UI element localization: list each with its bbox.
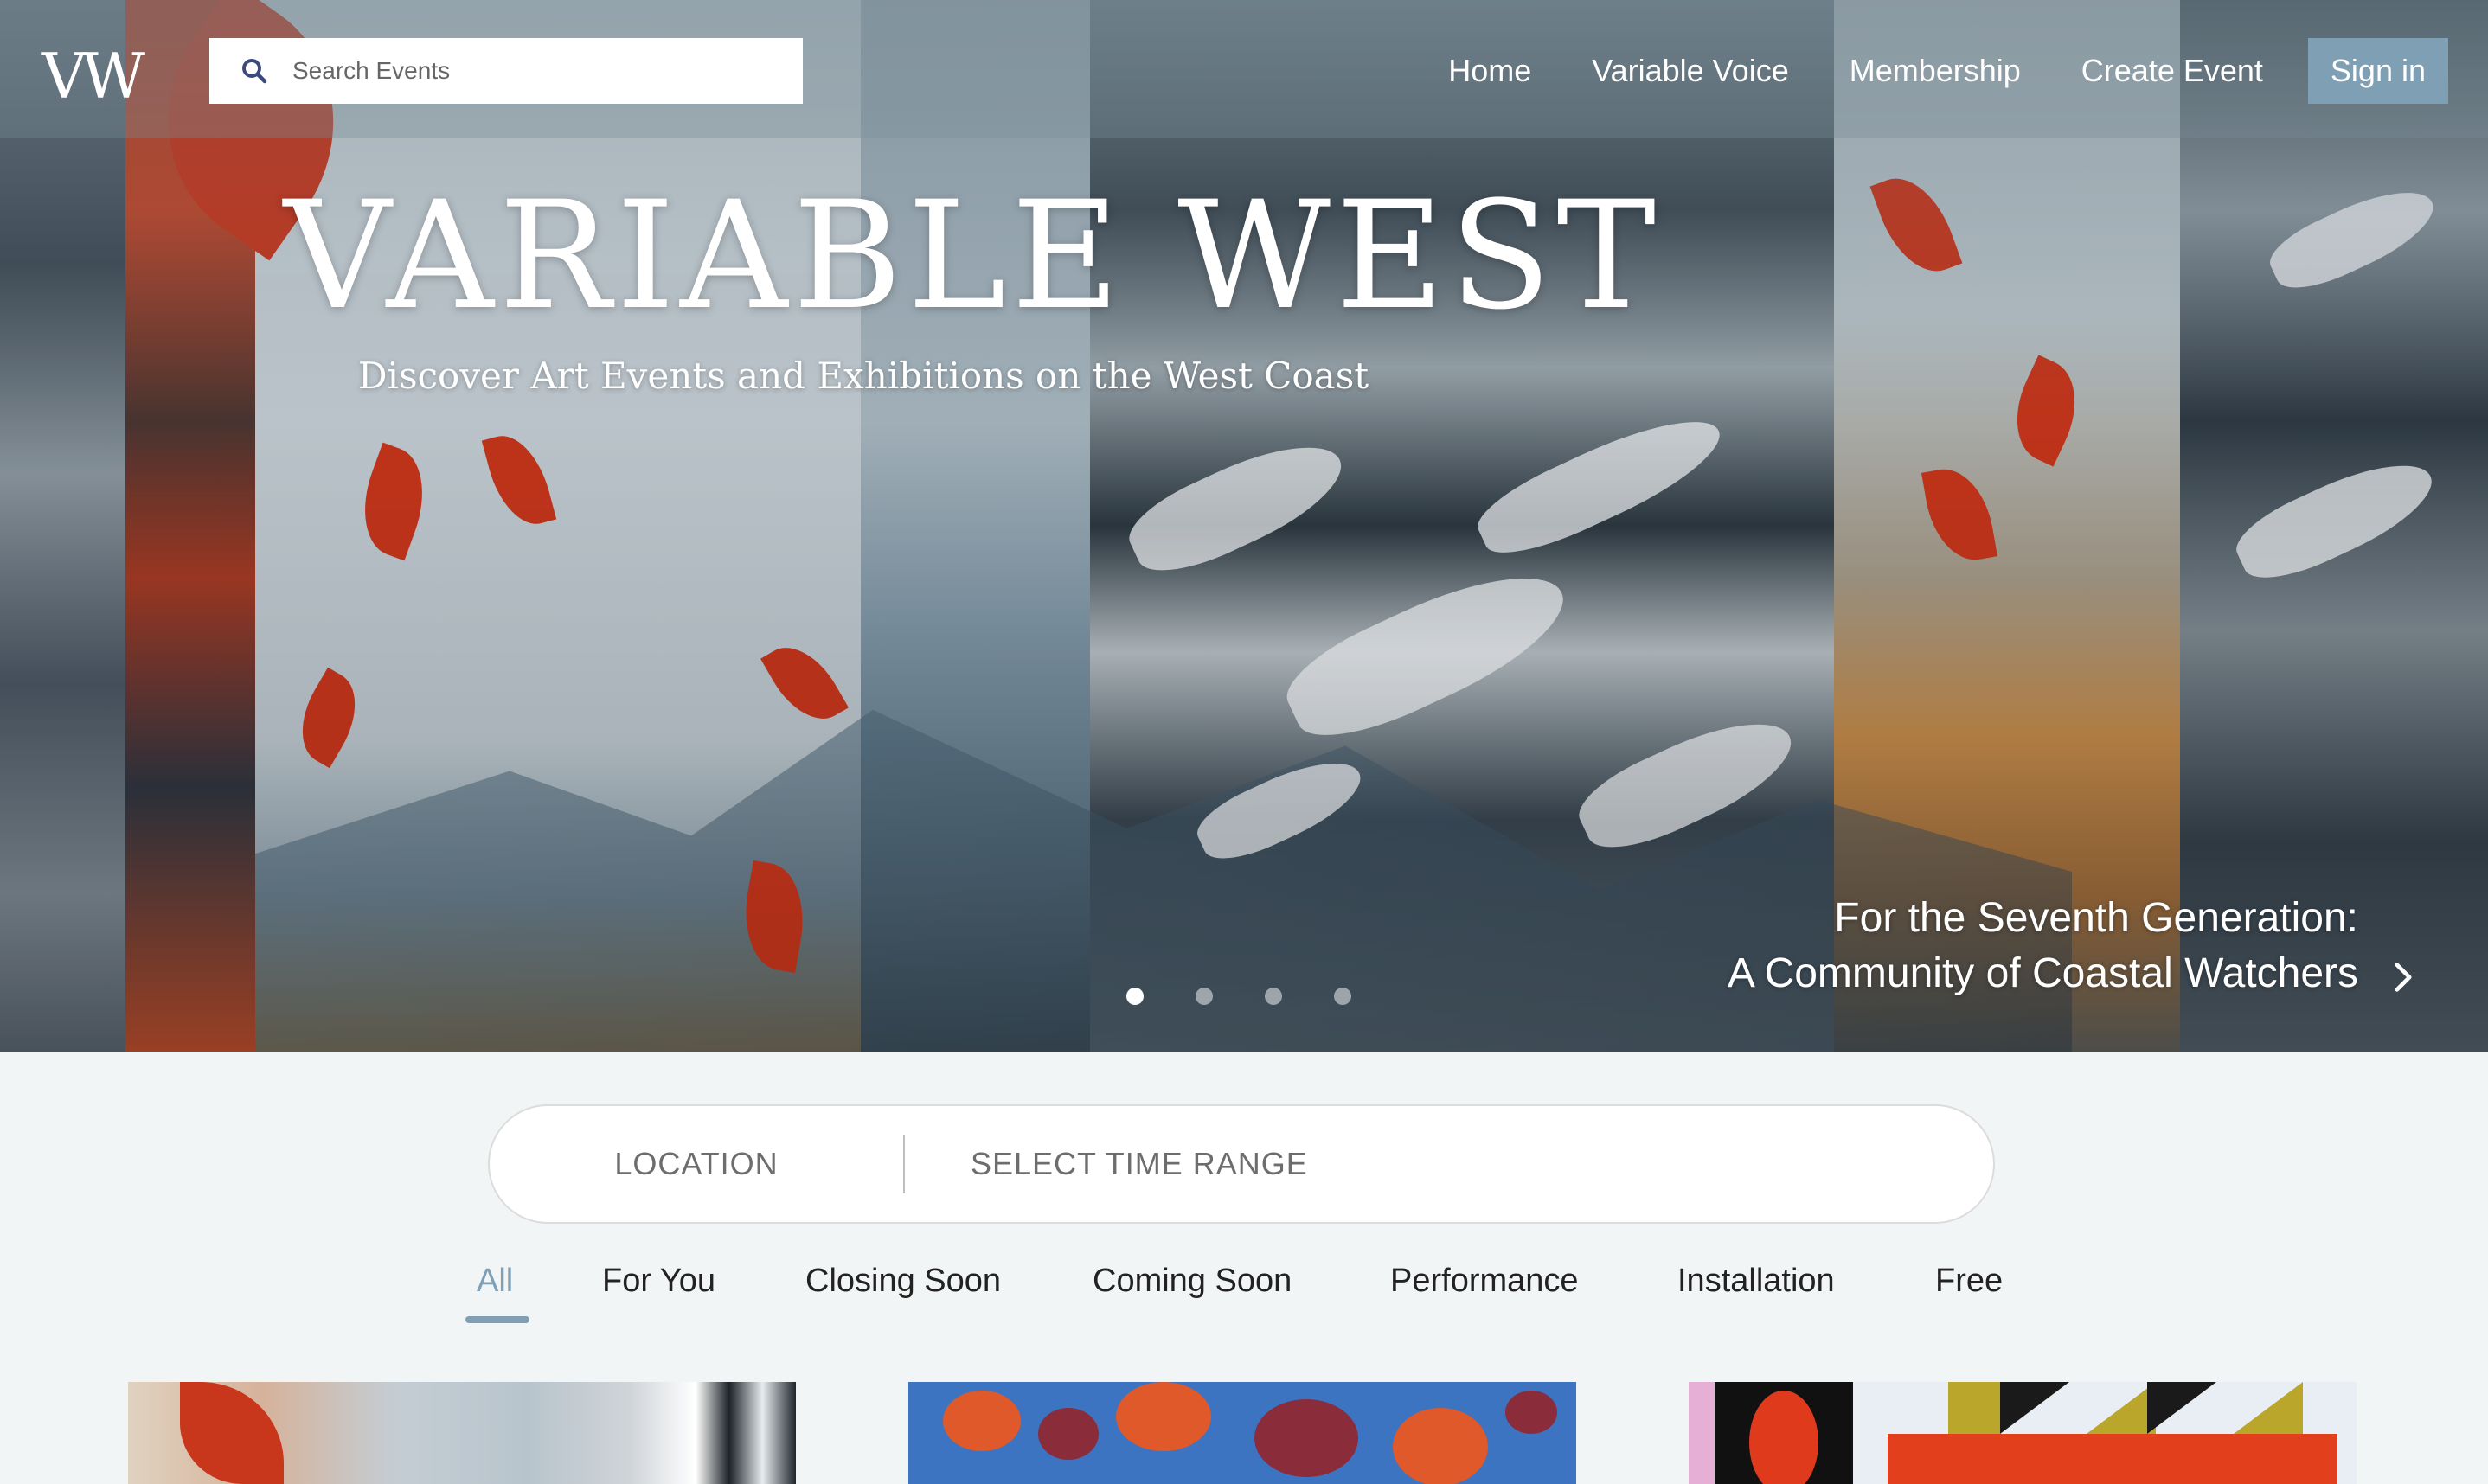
tab-coming-soon[interactable]: Coming Soon bbox=[1093, 1263, 1292, 1300]
logo[interactable]: VW bbox=[42, 40, 145, 112]
hero-title-wrap: VARIABLE WEST bbox=[0, 182, 2488, 330]
tab-closing-soon[interactable]: Closing Soon bbox=[805, 1263, 1001, 1300]
nav-variable-voice[interactable]: Variable Voice bbox=[1592, 53, 1788, 89]
carousel-dot[interactable] bbox=[1196, 988, 1213, 1005]
carousel-dots bbox=[1126, 988, 1403, 1005]
filter-bar: LOCATION SELECT TIME RANGE bbox=[488, 1104, 1995, 1224]
active-tab-indicator bbox=[465, 1316, 529, 1323]
nav-membership[interactable]: Membership bbox=[1850, 53, 2021, 89]
nav-home[interactable]: Home bbox=[1448, 53, 1531, 89]
hero-subtitle: Discover Art Events and Exhibitions on t… bbox=[357, 355, 1369, 397]
category-tabs: All For You Closing Soon Coming Soon Per… bbox=[0, 1263, 2488, 1332]
tab-installation[interactable]: Installation bbox=[1677, 1263, 1835, 1300]
tab-all[interactable]: All bbox=[477, 1263, 513, 1300]
featured-event-line1: For the Seventh Generation: bbox=[1834, 895, 2358, 941]
featured-event-link[interactable]: For the Seventh Generation: A Community … bbox=[1728, 891, 2358, 1001]
sign-in-button[interactable]: Sign in bbox=[2307, 38, 2448, 104]
event-card[interactable] bbox=[128, 1382, 796, 1484]
location-filter[interactable]: LOCATION bbox=[490, 1146, 903, 1182]
nav-create-event[interactable]: Create Event bbox=[2081, 53, 2263, 89]
featured-event-line2: A Community of Coastal Watchers bbox=[1727, 950, 2358, 996]
search-icon[interactable] bbox=[221, 38, 287, 104]
tab-free[interactable]: Free bbox=[1935, 1263, 2003, 1300]
chevron-right-icon[interactable] bbox=[2386, 956, 2421, 998]
search-input[interactable] bbox=[292, 57, 777, 85]
time-range-filter[interactable]: SELECT TIME RANGE bbox=[905, 1146, 1308, 1182]
tab-for-you[interactable]: For You bbox=[602, 1263, 715, 1300]
tab-performance[interactable]: Performance bbox=[1390, 1263, 1579, 1300]
carousel-dot[interactable] bbox=[1126, 988, 1144, 1005]
event-card[interactable] bbox=[1689, 1382, 2357, 1484]
search-bar bbox=[209, 38, 803, 104]
hero-title: VARIABLE WEST bbox=[283, 169, 1662, 342]
main-nav: Home Variable Voice Membership Create Ev… bbox=[1448, 38, 2448, 104]
carousel-dot[interactable] bbox=[1265, 988, 1282, 1005]
event-card[interactable] bbox=[908, 1382, 1576, 1484]
carousel-dot[interactable] bbox=[1334, 988, 1351, 1005]
hero-subtitle-wrap: Discover Art Events and Exhibitions on t… bbox=[0, 355, 2488, 397]
